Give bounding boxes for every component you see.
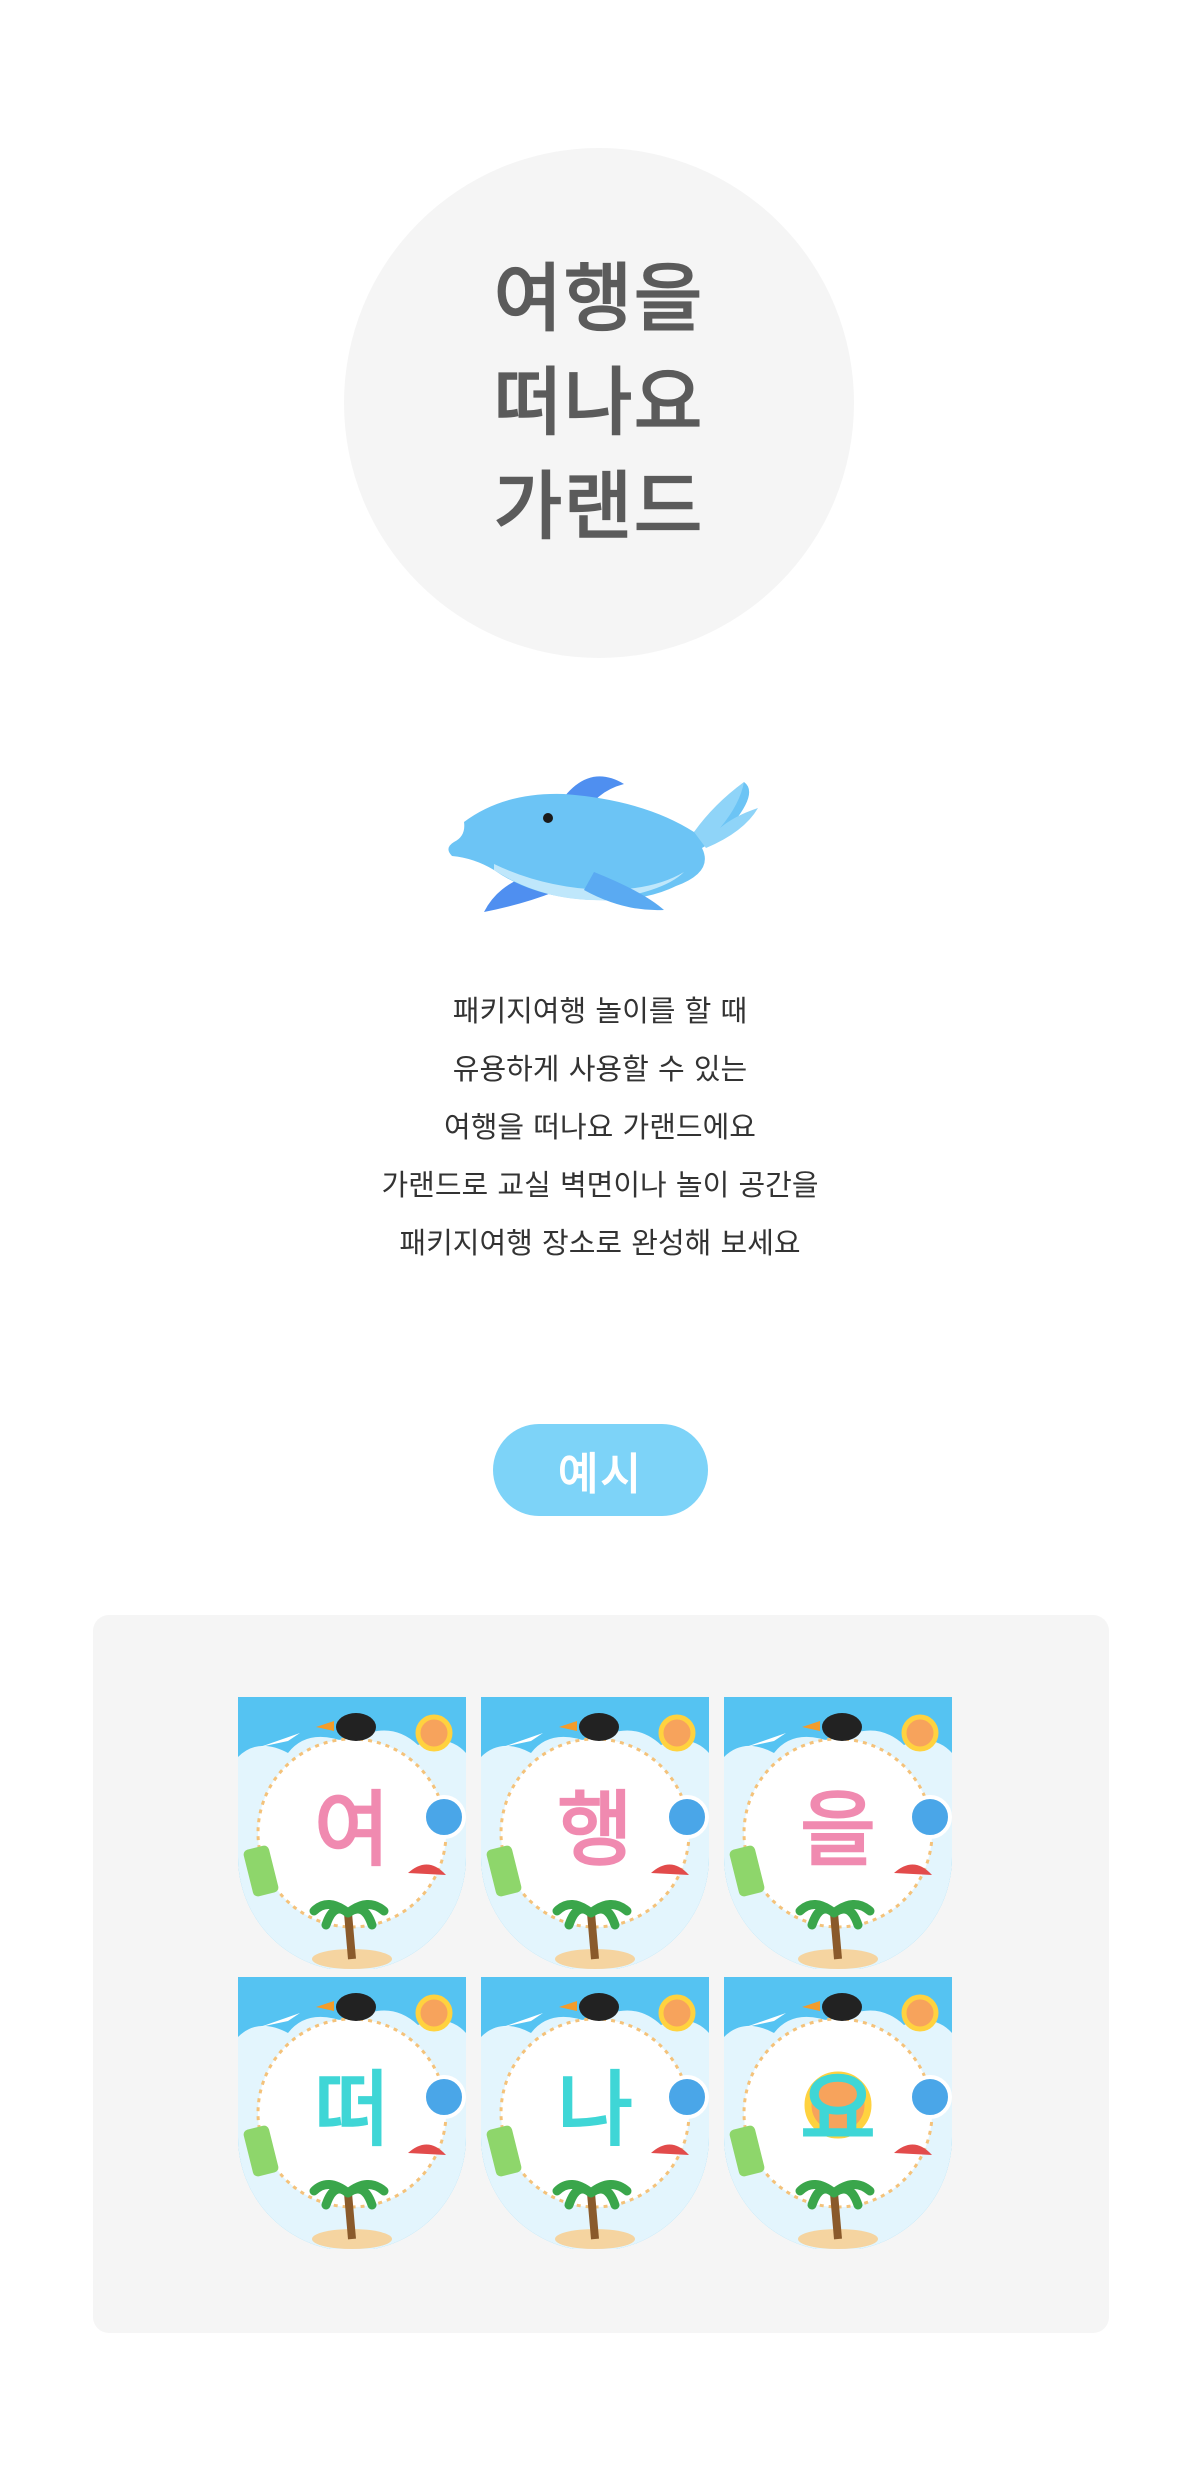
- description-line: 패키지여행 장소로 완성해 보세요: [399, 1226, 801, 1260]
- title-line-2: 떠나요: [493, 360, 705, 446]
- garland-flag: 을: [724, 1697, 952, 1969]
- example-panel: 여 행 을 떠 나 요: [93, 1615, 1109, 2333]
- title-line-1: 여행을: [493, 256, 705, 342]
- title-circle: 여행을 떠나요 가랜드: [344, 148, 854, 658]
- garland-flag: 행: [481, 1697, 709, 1969]
- garland-flag: 요: [724, 1977, 952, 2249]
- example-label: 예시: [493, 1424, 708, 1516]
- flag-letter: 떠: [314, 2063, 390, 2158]
- flag-letter: 요: [800, 2063, 876, 2158]
- description: 패키지여행 놀이를 할 때 유용하게 사용할 수 있는 여행을 떠나요 가랜드에…: [0, 982, 1200, 1272]
- garland-flag: 여: [238, 1697, 466, 1969]
- description-line: 패키지여행 놀이를 할 때: [452, 994, 748, 1028]
- description-line: 여행을 떠나요 가랜드에요: [444, 1110, 756, 1144]
- garland-flag: 나: [481, 1977, 709, 2249]
- title-line-3: 가랜드: [493, 464, 705, 550]
- flag-letter: 나: [557, 2063, 633, 2158]
- description-line: 유용하게 사용할 수 있는: [452, 1052, 748, 1086]
- dolphin-icon: [444, 752, 758, 912]
- flag-letter: 을: [800, 1783, 876, 1878]
- description-line: 가랜드로 교실 벽면이나 놀이 공간을: [381, 1168, 819, 1202]
- page: 여행을 떠나요 가랜드 패키지여행 놀이를 할 때 유용하게 사용할 수 있는 …: [0, 0, 1200, 2473]
- garland-flag: 떠: [238, 1977, 466, 2249]
- flag-letter: 여: [314, 1783, 390, 1878]
- flag-letter: 행: [557, 1783, 633, 1878]
